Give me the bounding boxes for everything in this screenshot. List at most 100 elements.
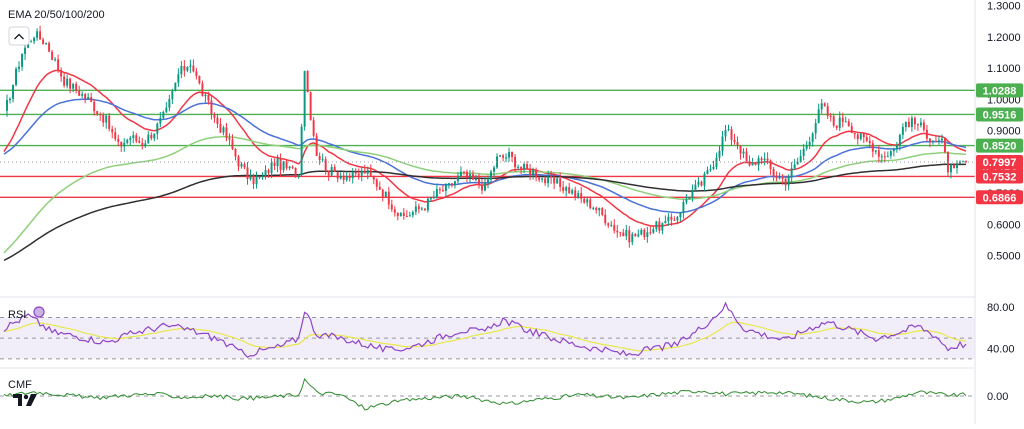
candle-body	[228, 137, 231, 140]
candle-body	[375, 179, 378, 187]
candle-body	[270, 162, 273, 174]
candle-body	[640, 229, 643, 235]
candle-body	[913, 117, 916, 125]
candle-body	[679, 212, 682, 218]
candle-body	[529, 168, 532, 175]
candle-body	[862, 133, 865, 138]
candle-body	[625, 230, 628, 237]
candle-body	[556, 178, 559, 184]
price-tick-label: 1.3000	[987, 1, 1021, 13]
candle-body	[784, 178, 787, 186]
candle-body	[814, 123, 817, 134]
candle-body	[916, 124, 919, 126]
candle-body	[595, 207, 598, 211]
candle-body	[508, 151, 511, 158]
candle-body	[360, 170, 363, 176]
candle-body	[793, 164, 796, 169]
candle-body	[240, 163, 243, 167]
candle-body	[607, 223, 610, 226]
candle-body	[168, 99, 171, 108]
candle-body	[309, 92, 312, 121]
candle-body	[703, 173, 706, 186]
rsi-tick-label: 80.00	[987, 302, 1015, 314]
candle-body	[688, 196, 691, 200]
candle-body	[892, 149, 895, 152]
candle-body	[234, 148, 237, 157]
candle-body	[523, 164, 526, 170]
candle-body	[598, 208, 601, 211]
candle-body	[408, 215, 411, 217]
chart-background	[0, 0, 1024, 424]
candle-body	[93, 101, 96, 112]
candle-body	[962, 161, 964, 163]
candle-body	[880, 156, 883, 158]
rsi-marker-icon	[33, 306, 45, 318]
price-tick-label: 0.5000	[987, 251, 1021, 263]
candle-body	[655, 221, 658, 230]
candle-body	[616, 230, 619, 233]
candle-body	[111, 128, 114, 133]
candle-body	[820, 103, 823, 110]
candle-body	[462, 171, 465, 173]
candle-body	[871, 143, 874, 152]
ema-indicator-label: EMA 20/50/100/200	[8, 9, 105, 21]
candle-body	[742, 151, 745, 154]
candle-body	[847, 121, 850, 127]
candle-body	[174, 82, 177, 91]
candle-body	[351, 172, 354, 179]
chart-svg: 1.30001.20001.10001.00000.90000.80000.70…	[0, 0, 1024, 424]
candle-body	[553, 177, 556, 184]
collapse-button[interactable]	[8, 26, 30, 46]
candle-body	[363, 170, 366, 174]
candle-body	[799, 155, 802, 163]
candle-body	[384, 191, 387, 197]
candle-body	[141, 142, 144, 147]
candle-body	[114, 132, 117, 139]
candle-body	[910, 117, 913, 127]
support-level-tag-label: 0.7532	[983, 171, 1017, 183]
candle-body	[691, 189, 694, 197]
candle-body	[766, 158, 769, 161]
candle-body	[447, 183, 450, 185]
candle-body	[484, 182, 486, 191]
candle-body	[297, 174, 300, 178]
candle-body	[459, 171, 462, 176]
candle-body	[817, 109, 820, 124]
candle-body	[868, 140, 871, 144]
candle-body	[802, 148, 805, 156]
candle-body	[592, 207, 595, 209]
candle-body	[922, 122, 925, 130]
candle-body	[216, 117, 219, 124]
candle-body	[544, 178, 547, 184]
candle-body	[471, 174, 474, 180]
candle-body	[736, 142, 739, 146]
candle-body	[499, 155, 502, 157]
candle-body	[487, 179, 489, 183]
candle-body	[526, 164, 529, 169]
candle-body	[417, 206, 420, 209]
candle-body	[288, 166, 291, 169]
candle-body	[129, 138, 132, 140]
candle-body	[601, 208, 604, 215]
candle-body	[763, 158, 766, 161]
candle-body	[177, 74, 180, 83]
candle-body	[222, 127, 225, 133]
candle-body	[883, 156, 886, 158]
candle-body	[237, 156, 240, 167]
candle-body	[102, 115, 105, 123]
candle-body	[718, 150, 721, 158]
candle-body	[30, 41, 33, 43]
candle-body	[511, 151, 514, 157]
candle-body	[658, 221, 661, 231]
candle-body	[694, 184, 697, 190]
candle-body	[805, 144, 808, 149]
candle-body	[535, 169, 538, 178]
candle-body	[9, 98, 11, 100]
candle-body	[712, 166, 715, 169]
candle-body	[547, 176, 550, 184]
candle-body	[285, 161, 288, 169]
candle-body	[189, 65, 192, 68]
candle-body	[252, 175, 255, 185]
candle-body	[420, 208, 423, 210]
candle-body	[895, 145, 898, 150]
